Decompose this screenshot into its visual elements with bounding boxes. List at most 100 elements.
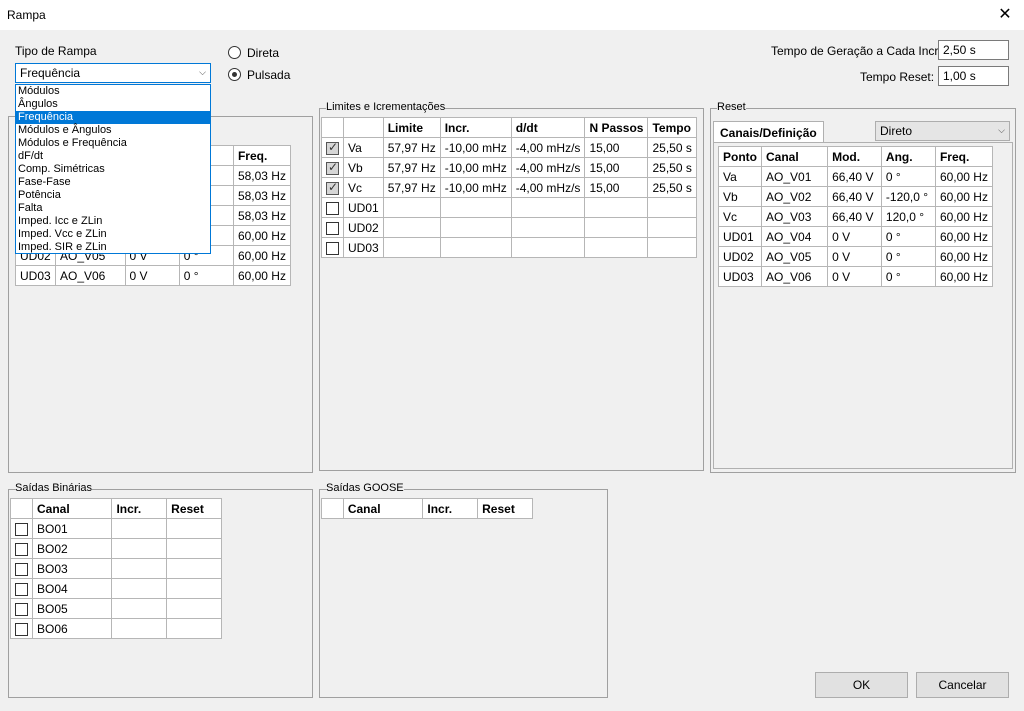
cell-ang[interactable]: 0 ° bbox=[178, 265, 234, 286]
cell-check[interactable] bbox=[321, 137, 344, 158]
cell-limite[interactable] bbox=[382, 237, 441, 258]
cell-reset[interactable] bbox=[166, 558, 222, 579]
dropdown-option[interactable]: Ângulos bbox=[16, 98, 210, 111]
cell-incr[interactable] bbox=[111, 558, 168, 579]
cell-ponto[interactable]: Vc bbox=[343, 177, 384, 198]
row-checkbox[interactable] bbox=[326, 160, 339, 175]
cell-mod[interactable]: 66,40 V bbox=[827, 206, 882, 227]
cell-incr[interactable] bbox=[111, 518, 168, 539]
row-checkbox[interactable] bbox=[326, 221, 339, 235]
cell-check[interactable] bbox=[321, 237, 344, 258]
dropdown-option[interactable]: Imped. Icc e ZLin bbox=[16, 215, 210, 228]
cell-freq[interactable]: 60,00 Hz bbox=[934, 266, 994, 287]
cell-canal[interactable]: AO_V06 bbox=[54, 265, 126, 286]
cell-canal[interactable]: AO_V02 bbox=[760, 186, 829, 207]
cell-canal[interactable]: BO03 bbox=[31, 558, 113, 579]
cell-ponto[interactable]: UD02 bbox=[343, 217, 384, 238]
tab-canais-definicao[interactable]: Canais/Definição bbox=[713, 121, 824, 143]
row-checkbox[interactable] bbox=[15, 522, 28, 536]
cell-ddt[interactable]: -4,00 mHz/s bbox=[510, 157, 586, 178]
cell-ang[interactable]: 0 ° bbox=[880, 166, 936, 187]
cell-incr[interactable] bbox=[111, 538, 168, 559]
cell-canal[interactable]: AO_V03 bbox=[760, 206, 829, 227]
cell-freq[interactable]: 58,03 Hz bbox=[232, 185, 292, 206]
cell-ponto[interactable]: UD01 bbox=[343, 197, 384, 218]
row-checkbox[interactable] bbox=[15, 562, 28, 576]
cell-ponto[interactable]: UD03 bbox=[15, 265, 56, 286]
dropdown-option[interactable]: Potência bbox=[16, 189, 210, 202]
cell-ddt[interactable]: -4,00 mHz/s bbox=[510, 137, 586, 158]
cell-incr[interactable] bbox=[111, 618, 168, 639]
cell-limite[interactable] bbox=[382, 197, 441, 218]
cell-reset[interactable] bbox=[166, 518, 222, 539]
row-checkbox[interactable] bbox=[15, 542, 28, 556]
reset-mode-select[interactable]: Direto ⌵ bbox=[875, 121, 1010, 141]
dropdown-option[interactable]: dF/dt bbox=[16, 150, 210, 163]
cell-check[interactable] bbox=[321, 177, 344, 198]
ok-button[interactable]: OK bbox=[815, 672, 908, 698]
cell-ang[interactable]: 120,0 ° bbox=[880, 206, 936, 227]
cell-canal[interactable]: AO_V05 bbox=[760, 246, 829, 267]
cell-passos[interactable] bbox=[584, 237, 649, 258]
cell-check[interactable] bbox=[10, 618, 33, 639]
cell-freq[interactable]: 60,00 Hz bbox=[934, 186, 994, 207]
cell-canal[interactable]: AO_V04 bbox=[760, 226, 829, 247]
cancel-button[interactable]: Cancelar bbox=[916, 672, 1009, 698]
cell-limite[interactable]: 57,97 Hz bbox=[382, 137, 441, 158]
cell-check[interactable] bbox=[10, 578, 33, 599]
dropdown-option[interactable]: Imped. Vcc e ZLin bbox=[16, 228, 210, 241]
cell-incr[interactable] bbox=[111, 598, 168, 619]
row-checkbox[interactable] bbox=[326, 201, 339, 215]
cell-ang[interactable]: 0 ° bbox=[880, 266, 936, 287]
row-checkbox[interactable] bbox=[326, 180, 339, 195]
cell-ponto[interactable]: UD01 bbox=[718, 226, 762, 247]
cell-freq[interactable]: 60,00 Hz bbox=[934, 166, 994, 187]
cell-canal[interactable]: BO01 bbox=[31, 518, 113, 539]
cell-mod[interactable]: 0 V bbox=[827, 226, 882, 247]
cell-ddt[interactable] bbox=[510, 197, 586, 218]
cell-reset[interactable] bbox=[166, 578, 222, 599]
cell-reset[interactable] bbox=[166, 538, 222, 559]
row-checkbox[interactable] bbox=[15, 622, 28, 636]
cell-freq[interactable]: 60,00 Hz bbox=[232, 225, 292, 246]
cell-canal[interactable]: BO06 bbox=[31, 618, 113, 639]
dropdown-option[interactable]: Fase-Fase bbox=[16, 176, 210, 189]
cell-ponto[interactable]: Vb bbox=[718, 186, 762, 207]
cell-tempo[interactable]: 25,50 s bbox=[647, 137, 697, 158]
cell-reset[interactable] bbox=[166, 598, 222, 619]
cell-check[interactable] bbox=[321, 217, 344, 238]
cell-check[interactable] bbox=[10, 558, 33, 579]
cell-ddt[interactable]: -4,00 mHz/s bbox=[510, 177, 586, 198]
tempo-geracao-input[interactable]: 2,50 s bbox=[938, 40, 1009, 60]
row-checkbox[interactable] bbox=[15, 582, 28, 596]
cell-ang[interactable]: 0 ° bbox=[880, 226, 936, 247]
cell-limite[interactable]: 57,97 Hz bbox=[382, 157, 441, 178]
cell-incr[interactable] bbox=[439, 217, 512, 238]
cell-tempo[interactable] bbox=[647, 217, 697, 238]
direta-radio[interactable] bbox=[228, 46, 241, 59]
dropdown-option[interactable]: Módulos e Ângulos bbox=[16, 124, 210, 137]
row-checkbox[interactable] bbox=[15, 602, 28, 616]
cell-freq[interactable]: 58,03 Hz bbox=[232, 205, 292, 226]
cell-tempo[interactable] bbox=[647, 237, 697, 258]
cell-ddt[interactable] bbox=[510, 237, 586, 258]
row-checkbox[interactable] bbox=[326, 140, 339, 155]
cell-passos[interactable] bbox=[584, 217, 649, 238]
cell-ddt[interactable] bbox=[510, 217, 586, 238]
cell-freq[interactable]: 60,00 Hz bbox=[232, 265, 292, 286]
cell-incr[interactable]: -10,00 mHz bbox=[439, 177, 512, 198]
cell-incr[interactable]: -10,00 mHz bbox=[439, 157, 512, 178]
cell-freq[interactable]: 60,00 Hz bbox=[232, 245, 292, 266]
cell-ponto[interactable]: UD02 bbox=[718, 246, 762, 267]
cell-tempo[interactable] bbox=[647, 197, 697, 218]
cell-mod[interactable]: 0 V bbox=[827, 246, 882, 267]
cell-tempo[interactable]: 25,50 s bbox=[647, 177, 697, 198]
row-checkbox[interactable] bbox=[326, 241, 339, 255]
cell-freq[interactable]: 58,03 Hz bbox=[232, 165, 292, 186]
cell-check[interactable] bbox=[10, 518, 33, 539]
cell-ponto[interactable]: Vb bbox=[343, 157, 384, 178]
cell-passos[interactable]: 15,00 bbox=[584, 157, 649, 178]
cell-mod[interactable]: 66,40 V bbox=[827, 186, 882, 207]
tipo-rampa-dropdown[interactable]: Módulos Ângulos Frequência Módulos e Ângulo… bbox=[15, 84, 211, 254]
cell-passos[interactable]: 15,00 bbox=[584, 177, 649, 198]
